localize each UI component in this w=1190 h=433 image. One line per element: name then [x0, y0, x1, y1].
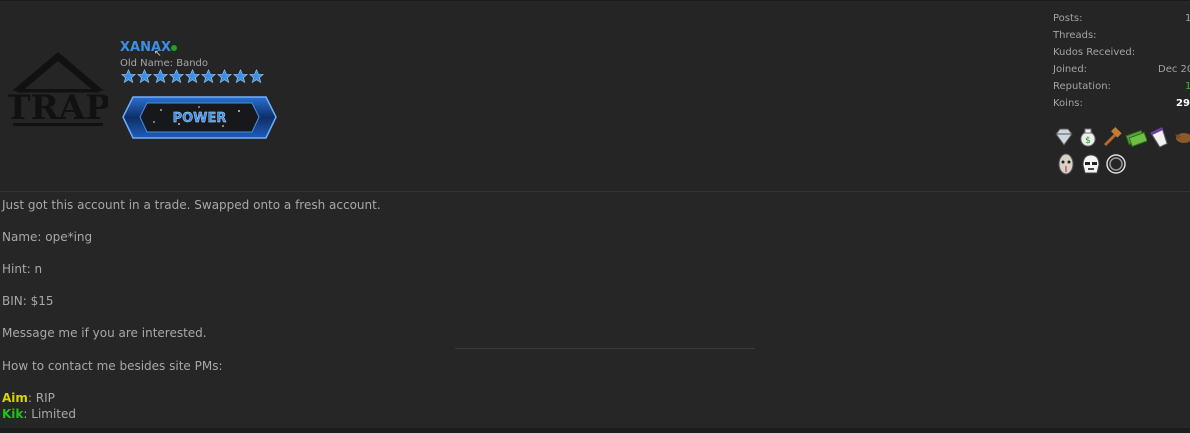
- contact-aim: Aim: RIP: [2, 390, 55, 406]
- bird-icon[interactable]: [1173, 126, 1190, 148]
- post-line: Name: ope*ing: [2, 230, 93, 244]
- star-icon: [153, 69, 168, 84]
- post-footer: [0, 428, 1190, 433]
- stat-kudos: Kudos Received:: [1053, 47, 1190, 64]
- cash-icon[interactable]: [1125, 126, 1147, 148]
- ring-icon[interactable]: [1105, 153, 1127, 175]
- stat-value: 29.: [1176, 98, 1190, 109]
- stat-value: 1: [1185, 81, 1190, 92]
- online-status-icon: [171, 45, 177, 51]
- stat-label: Joined:: [1053, 64, 1088, 75]
- diamond-icon[interactable]: [1053, 126, 1075, 148]
- stat-label: Posts:: [1053, 13, 1083, 24]
- stat-label: Reputation:: [1053, 81, 1111, 92]
- cup-icon[interactable]: [1149, 126, 1171, 148]
- money-bag-icon[interactable]: $: [1077, 126, 1099, 148]
- star-icon: [137, 69, 152, 84]
- stat-reputation: Reputation: 1: [1053, 81, 1190, 98]
- stat-koins: Koins: 29.: [1053, 98, 1190, 115]
- user-rank-stars: [121, 69, 264, 84]
- gavel-icon[interactable]: [1101, 126, 1123, 148]
- hockey-mask-icon[interactable]: [1055, 153, 1077, 175]
- star-icon: [201, 69, 216, 84]
- aim-value: : RIP: [27, 391, 55, 405]
- kik-value: : Limited: [23, 407, 77, 421]
- old-name: Old Name: Bando: [120, 58, 209, 69]
- star-icon: [233, 69, 248, 84]
- banner-text: POWER: [173, 111, 227, 126]
- star-icon: [185, 69, 200, 84]
- stat-joined: Joined: Dec 20: [1053, 64, 1190, 81]
- stat-threads: Threads:: [1053, 30, 1190, 47]
- award-icons: $: [1053, 126, 1190, 180]
- post-line: BIN: $15: [2, 294, 54, 308]
- star-icon: [121, 69, 136, 84]
- user-group-banner: POWER: [121, 91, 278, 144]
- star-icon: [249, 69, 264, 84]
- post-line: How to contact me besides site PMs:: [2, 359, 223, 373]
- user-stats: Posts: 1 Threads: Kudos Received: Joined…: [1053, 13, 1190, 115]
- stat-label: Koins:: [1053, 98, 1083, 109]
- post-line: Just got this account in a trade. Swappe…: [2, 198, 381, 212]
- contact-kik: Kik: Limited: [2, 406, 76, 422]
- post-line: Message me if you are interested.: [2, 326, 207, 340]
- aim-label: Aim: [2, 391, 28, 405]
- trap-house-logo: TRAP: [5, 52, 111, 128]
- stat-value: Dec 20: [1158, 64, 1190, 75]
- postbit-header: TRAP XANAX ↖ Old Name: Bando POWER Posts…: [0, 0, 1190, 192]
- username[interactable]: XANAX: [120, 40, 171, 55]
- kik-label: Kik: [2, 407, 24, 421]
- avatar-text: TRAP: [8, 88, 108, 128]
- star-icon: [169, 69, 184, 84]
- svg-text:$: $: [1085, 136, 1091, 146]
- stat-value: 1: [1185, 13, 1190, 24]
- stat-label: Kudos Received:: [1053, 47, 1136, 58]
- stat-posts: Posts: 1: [1053, 13, 1190, 30]
- post-line: Hint: n: [2, 262, 43, 276]
- signature-divider: [455, 348, 755, 349]
- stormtrooper-icon[interactable]: [1080, 153, 1102, 175]
- stat-label: Threads:: [1053, 30, 1097, 41]
- star-icon: [217, 69, 232, 84]
- avatar[interactable]: TRAP: [5, 49, 111, 131]
